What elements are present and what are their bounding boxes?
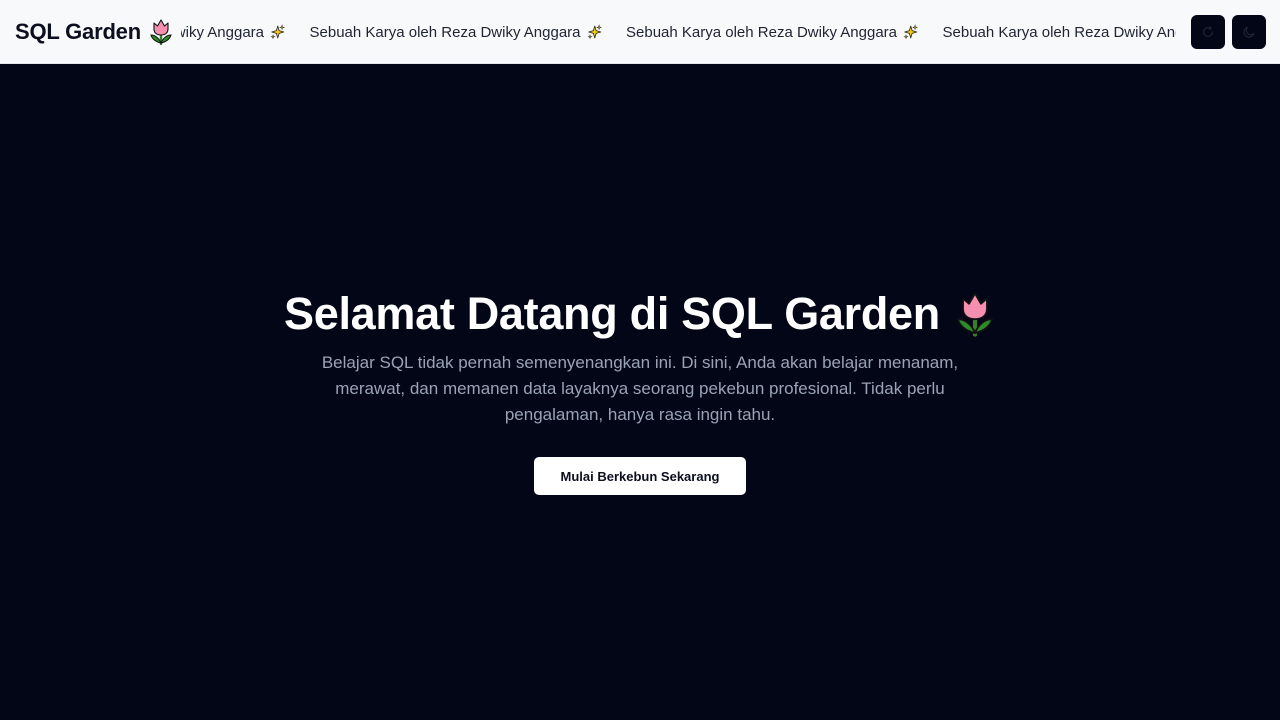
marquee-track: Sebuah Karya oleh Reza Dwiky Anggara Seb… — [178, 0, 1177, 63]
hero-title-text: Selamat Datang di SQL Garden — [284, 288, 940, 339]
marquee-text: Sebuah Karya oleh Reza Dwiky Anggara — [309, 23, 581, 41]
marquee-item: Sebuah Karya oleh Reza Dwiky Anggara — [919, 23, 1177, 41]
tulip-icon — [150, 19, 172, 46]
marquee-text: Sebuah Karya oleh Reza Dwiky Anggara — [942, 23, 1177, 41]
moon-icon — [1243, 26, 1255, 38]
marquee-text: Sebuah Karya oleh Reza Dwiky Anggara — [626, 23, 897, 41]
marquee-item: Sebuah Karya oleh Reza Dwiky Anggara — [286, 23, 603, 41]
marquee-item: Sebuah Karya oleh Reza Dwiky Anggara — [178, 23, 286, 41]
top-navbar: SQL Garden Sebuah Karya oleh Reza Dwiky … — [0, 0, 1280, 64]
marquee-text: Sebuah Karya oleh Reza Dwiky Anggara — [178, 23, 264, 41]
credits-marquee: Sebuah Karya oleh Reza Dwiky Anggara Seb… — [178, 0, 1177, 63]
hero-section: Selamat Datang di SQL Garden Belajar SQL… — [0, 64, 1280, 720]
sparkles-icon — [903, 24, 919, 40]
brand-name: SQL Garden — [15, 19, 141, 44]
tulip-icon — [956, 292, 994, 337]
start-gardening-button[interactable]: Mulai Berkebun Sekarang — [534, 457, 746, 495]
hero-description: Belajar SQL tidak pernah semenyenangkan … — [321, 353, 959, 424]
refresh-icon — [1202, 25, 1214, 38]
hero-title: Selamat Datang di SQL Garden — [0, 288, 1280, 340]
sparkles-icon — [270, 24, 286, 40]
sparkles-icon — [586, 24, 602, 40]
brand-logo[interactable]: SQL Garden — [15, 0, 181, 63]
marquee-item: Sebuah Karya oleh Reza Dwiky Anggara — [602, 23, 919, 41]
theme-toggle-button[interactable] — [1232, 15, 1266, 49]
refresh-button[interactable] — [1191, 15, 1225, 49]
